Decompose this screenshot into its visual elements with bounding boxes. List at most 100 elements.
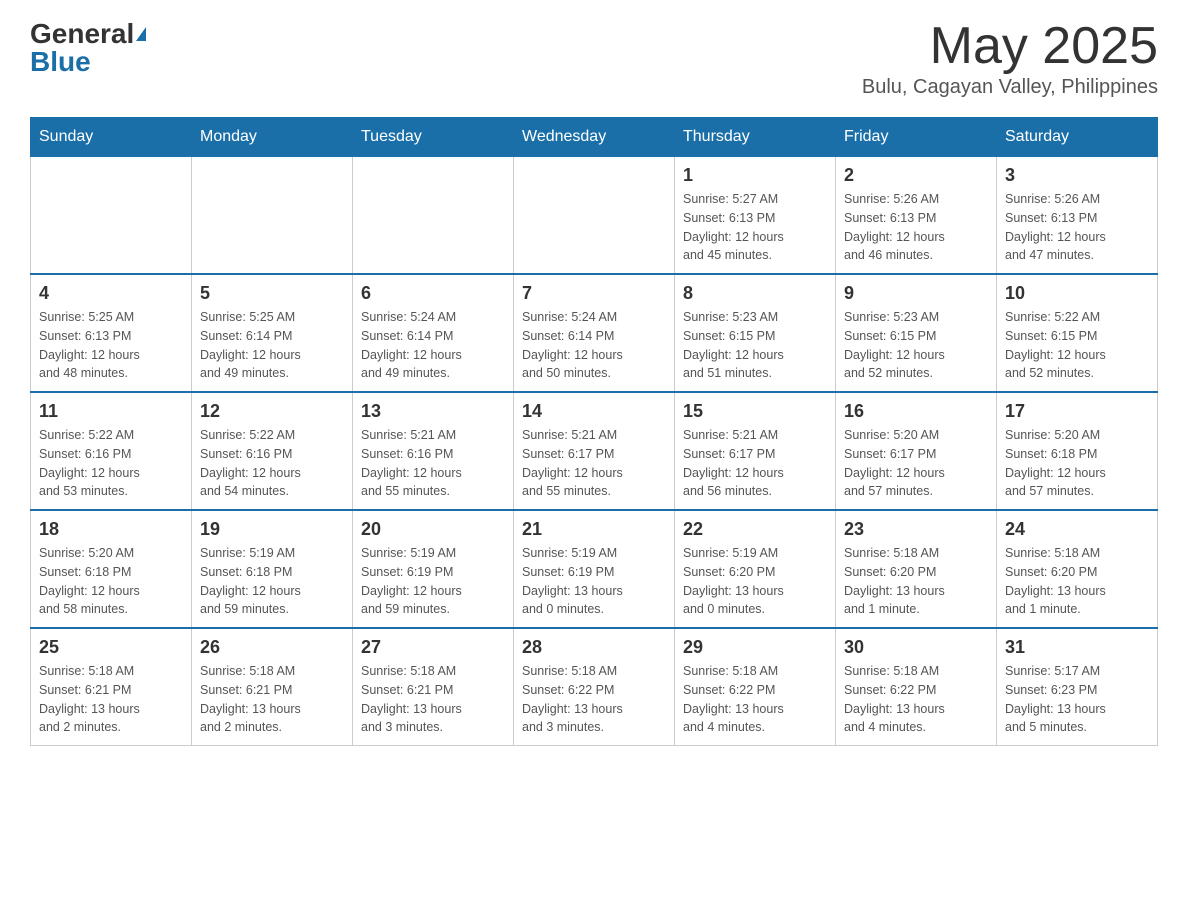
calendar-day-20: 20 Sunrise: 5:19 AM Sunset: 6:19 PM Dayli… (353, 510, 514, 628)
day-info: Sunrise: 5:23 AM Sunset: 6:15 PM Dayligh… (683, 308, 827, 383)
calendar-day-21: 21Sunrise: 5:19 AM Sunset: 6:19 PM Dayli… (514, 510, 675, 628)
calendar-week-row: 4Sunrise: 5:25 AM Sunset: 6:13 PM Daylig… (31, 274, 1158, 392)
day-number: 8 (683, 283, 827, 304)
calendar-day-28: 28 Sunrise: 5:18 AM Sunset: 6:22 PM Dayli… (514, 628, 675, 746)
day-number: 22 (683, 519, 827, 540)
calendar-day-23: 23 Sunrise: 5:18 AM Sunset: 6:20 PM Dayli… (836, 510, 997, 628)
logo: General Blue (30, 20, 146, 76)
calendar-day-3: 3 Sunrise: 5:26 AM Sunset: 6:13 PM Daylig… (997, 157, 1158, 275)
day-number: 31 (1005, 637, 1149, 658)
day-number: 1 (683, 165, 827, 186)
day-info: Sunrise: 5:20 AM Sunset: 6:17 PM Dayligh… (844, 426, 988, 501)
day-number: 18 (39, 519, 183, 540)
calendar-day-29: 29Sunrise: 5:18 AM Sunset: 6:22 PM Dayli… (675, 628, 836, 746)
calendar-day-4: 4Sunrise: 5:25 AM Sunset: 6:13 PM Daylig… (31, 274, 192, 392)
day-number: 24 (1005, 519, 1149, 540)
calendar-day-25: 25Sunrise: 5:18 AM Sunset: 6:21 PM Dayli… (31, 628, 192, 746)
day-info: Sunrise: 5:27 AM Sunset: 6:13 PM Dayligh… (683, 190, 827, 265)
day-number: 9 (844, 283, 988, 304)
day-info: Sunrise: 5:18 AM Sunset: 6:21 PM Dayligh… (39, 662, 183, 737)
logo-blue-text: Blue (30, 48, 91, 76)
day-info: Sunrise: 5:18 AM Sunset: 6:21 PM Dayligh… (200, 662, 344, 737)
day-number: 14 (522, 401, 666, 422)
empty-cell (514, 157, 675, 275)
calendar-day-8: 8 Sunrise: 5:23 AM Sunset: 6:15 PM Daylig… (675, 274, 836, 392)
calendar-day-18: 18 Sunrise: 5:20 AM Sunset: 6:18 PM Dayli… (31, 510, 192, 628)
calendar-day-19: 19Sunrise: 5:19 AM Sunset: 6:18 PM Dayli… (192, 510, 353, 628)
day-info: Sunrise: 5:22 AM Sunset: 6:15 PM Dayligh… (1005, 308, 1149, 383)
calendar-day-6: 6Sunrise: 5:24 AM Sunset: 6:14 PM Daylig… (353, 274, 514, 392)
day-info: Sunrise: 5:22 AM Sunset: 6:16 PM Dayligh… (39, 426, 183, 501)
day-number: 3 (1005, 165, 1149, 186)
day-info: Sunrise: 5:18 AM Sunset: 6:20 PM Dayligh… (844, 544, 988, 619)
calendar-day-9: 9Sunrise: 5:23 AM Sunset: 6:15 PM Daylig… (836, 274, 997, 392)
calendar-week-row: 1 Sunrise: 5:27 AM Sunset: 6:13 PM Daylig… (31, 157, 1158, 275)
day-info: Sunrise: 5:26 AM Sunset: 6:13 PM Dayligh… (1005, 190, 1149, 265)
day-number: 11 (39, 401, 183, 422)
empty-cell (31, 157, 192, 275)
day-number: 30 (844, 637, 988, 658)
day-number: 21 (522, 519, 666, 540)
day-info: Sunrise: 5:18 AM Sunset: 6:21 PM Dayligh… (361, 662, 505, 737)
day-number: 4 (39, 283, 183, 304)
day-number: 27 (361, 637, 505, 658)
col-header-monday: Monday (192, 118, 353, 157)
day-number: 19 (200, 519, 344, 540)
day-number: 6 (361, 283, 505, 304)
day-info: Sunrise: 5:21 AM Sunset: 6:16 PM Dayligh… (361, 426, 505, 501)
empty-cell (192, 157, 353, 275)
col-header-friday: Friday (836, 118, 997, 157)
calendar-day-10: 10 Sunrise: 5:22 AM Sunset: 6:15 PM Dayli… (997, 274, 1158, 392)
day-info: Sunrise: 5:19 AM Sunset: 6:19 PM Dayligh… (361, 544, 505, 619)
month-title: May 2025 (862, 20, 1158, 72)
day-info: Sunrise: 5:24 AM Sunset: 6:14 PM Dayligh… (522, 308, 666, 383)
logo-triangle-icon (136, 27, 146, 41)
calendar-day-22: 22 Sunrise: 5:19 AM Sunset: 6:20 PM Dayli… (675, 510, 836, 628)
col-header-tuesday: Tuesday (353, 118, 514, 157)
day-info: Sunrise: 5:21 AM Sunset: 6:17 PM Dayligh… (683, 426, 827, 501)
day-number: 23 (844, 519, 988, 540)
day-info: Sunrise: 5:18 AM Sunset: 6:22 PM Dayligh… (844, 662, 988, 737)
calendar-week-row: 25Sunrise: 5:18 AM Sunset: 6:21 PM Dayli… (31, 628, 1158, 746)
day-number: 17 (1005, 401, 1149, 422)
calendar-table: SundayMondayTuesdayWednesdayThursdayFrid… (30, 117, 1158, 746)
day-info: Sunrise: 5:19 AM Sunset: 6:20 PM Dayligh… (683, 544, 827, 619)
calendar-day-2: 2Sunrise: 5:26 AM Sunset: 6:13 PM Daylig… (836, 157, 997, 275)
col-header-sunday: Sunday (31, 118, 192, 157)
day-number: 10 (1005, 283, 1149, 304)
day-info: Sunrise: 5:20 AM Sunset: 6:18 PM Dayligh… (1005, 426, 1149, 501)
col-header-wednesday: Wednesday (514, 118, 675, 157)
day-number: 13 (361, 401, 505, 422)
empty-cell (353, 157, 514, 275)
calendar-day-1: 1 Sunrise: 5:27 AM Sunset: 6:13 PM Daylig… (675, 157, 836, 275)
calendar-day-31: 31 Sunrise: 5:17 AM Sunset: 6:23 PM Dayli… (997, 628, 1158, 746)
calendar-day-12: 12 Sunrise: 5:22 AM Sunset: 6:16 PM Dayli… (192, 392, 353, 510)
calendar-day-17: 17 Sunrise: 5:20 AM Sunset: 6:18 PM Dayli… (997, 392, 1158, 510)
day-info: Sunrise: 5:18 AM Sunset: 6:22 PM Dayligh… (522, 662, 666, 737)
col-header-thursday: Thursday (675, 118, 836, 157)
day-info: Sunrise: 5:21 AM Sunset: 6:17 PM Dayligh… (522, 426, 666, 501)
page-header: General Blue May 2025 Bulu, Cagayan Vall… (30, 20, 1158, 99)
calendar-day-7: 7Sunrise: 5:24 AM Sunset: 6:14 PM Daylig… (514, 274, 675, 392)
day-number: 20 (361, 519, 505, 540)
day-number: 5 (200, 283, 344, 304)
location-text: Bulu, Cagayan Valley, Philippines (862, 76, 1158, 99)
day-info: Sunrise: 5:20 AM Sunset: 6:18 PM Dayligh… (39, 544, 183, 619)
day-number: 16 (844, 401, 988, 422)
day-info: Sunrise: 5:22 AM Sunset: 6:16 PM Dayligh… (200, 426, 344, 501)
logo-general-text: General (30, 20, 134, 48)
calendar-week-row: 11 Sunrise: 5:22 AM Sunset: 6:16 PM Dayli… (31, 392, 1158, 510)
calendar-header-row: SundayMondayTuesdayWednesdayThursdayFrid… (31, 118, 1158, 157)
calendar-day-11: 11 Sunrise: 5:22 AM Sunset: 6:16 PM Dayli… (31, 392, 192, 510)
day-info: Sunrise: 5:18 AM Sunset: 6:22 PM Dayligh… (683, 662, 827, 737)
day-info: Sunrise: 5:25 AM Sunset: 6:14 PM Dayligh… (200, 308, 344, 383)
calendar-day-26: 26Sunrise: 5:18 AM Sunset: 6:21 PM Dayli… (192, 628, 353, 746)
calendar-day-16: 16 Sunrise: 5:20 AM Sunset: 6:17 PM Dayli… (836, 392, 997, 510)
day-number: 12 (200, 401, 344, 422)
calendar-day-15: 15Sunrise: 5:21 AM Sunset: 6:17 PM Dayli… (675, 392, 836, 510)
day-number: 28 (522, 637, 666, 658)
calendar-day-24: 24Sunrise: 5:18 AM Sunset: 6:20 PM Dayli… (997, 510, 1158, 628)
calendar-day-30: 30 Sunrise: 5:18 AM Sunset: 6:22 PM Dayli… (836, 628, 997, 746)
day-info: Sunrise: 5:26 AM Sunset: 6:13 PM Dayligh… (844, 190, 988, 265)
day-info: Sunrise: 5:17 AM Sunset: 6:23 PM Dayligh… (1005, 662, 1149, 737)
